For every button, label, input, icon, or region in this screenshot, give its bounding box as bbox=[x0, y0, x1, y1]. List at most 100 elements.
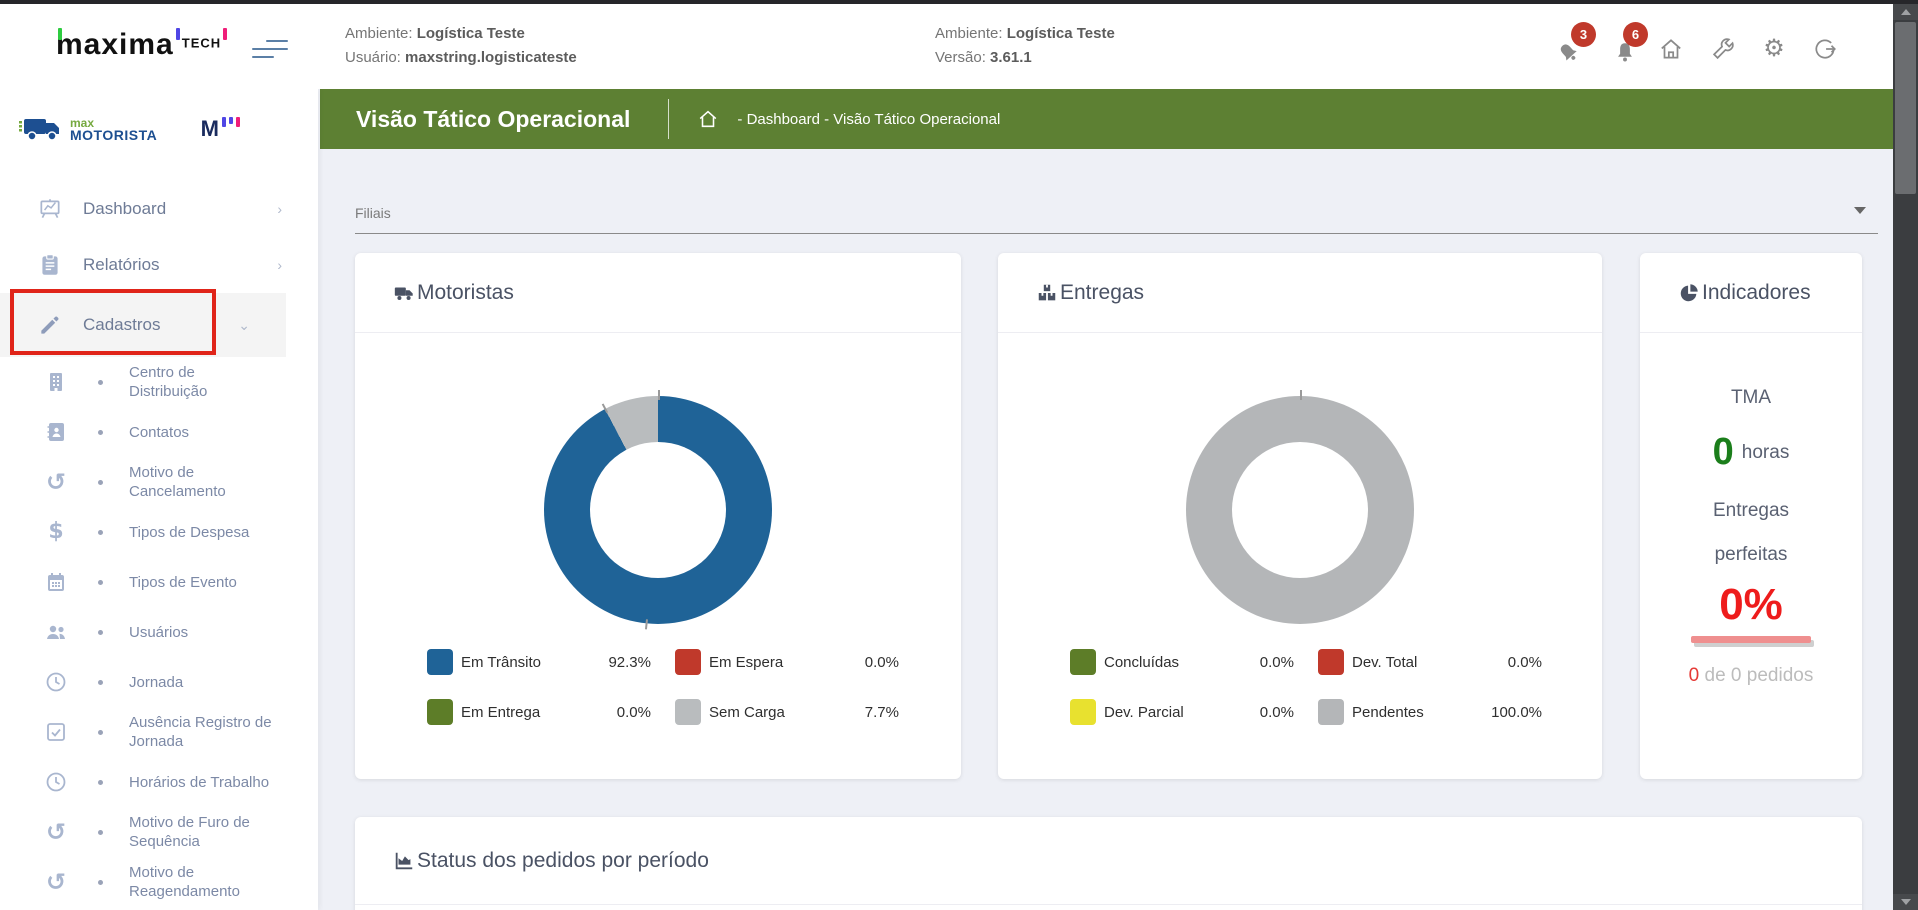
legend-item: Dev. Parcial 0.0% bbox=[1070, 699, 1300, 725]
gear-icon[interactable]: ⚙ bbox=[1761, 36, 1787, 62]
legend-swatch bbox=[675, 699, 701, 725]
ambiente-value: Logística Teste bbox=[1006, 25, 1115, 42]
legend-value: 92.3% bbox=[608, 653, 651, 671]
logout-icon[interactable] bbox=[1812, 36, 1838, 62]
bullet-icon bbox=[98, 679, 103, 685]
filiais-label: Filiais bbox=[355, 205, 391, 221]
legend-label: Em Entrega bbox=[461, 703, 541, 721]
bullet-icon bbox=[98, 779, 103, 785]
m-tick-blue2-icon bbox=[229, 117, 233, 124]
sidebar-subitem-contatos[interactable]: Contatos bbox=[0, 407, 318, 457]
m-mark-logo: M bbox=[201, 116, 240, 142]
indicadores-card-title: Indicadores bbox=[1702, 280, 1811, 304]
bullet-icon bbox=[98, 629, 103, 635]
indicadores-card-header: Indicadores bbox=[1640, 253, 1862, 333]
window-top-strip bbox=[0, 0, 1918, 4]
motoristas-legend: Em Trânsito 92.3% Em Espera 0.0% Em Entr… bbox=[427, 649, 905, 725]
legend-swatch bbox=[1070, 649, 1096, 675]
versao-label: Versão: bbox=[935, 49, 986, 66]
entregas-legend: Concluídas 0.0% Dev. Total 0.0% Dev. Par… bbox=[1070, 649, 1548, 725]
sidebar-subitem-centro-distribuicao[interactable]: Centro de Distribuição bbox=[0, 357, 318, 407]
entregas-donut-chart[interactable] bbox=[1186, 390, 1414, 624]
address-book-icon bbox=[44, 420, 68, 444]
sidebar-subitem-label: Motivo de Reagendamento bbox=[129, 864, 240, 900]
dashboard-chart-icon bbox=[37, 196, 63, 222]
truck-icon bbox=[393, 282, 415, 304]
legend-item: Dev. Total 0.0% bbox=[1318, 649, 1548, 675]
undo-icon: ↺ bbox=[45, 868, 67, 896]
sidebar-subitem-motivo-cancelamento[interactable]: ↺ Motivo de Cancelamento bbox=[0, 457, 318, 507]
sidebar-subitem-tipos-evento[interactable]: Tipos de Evento bbox=[0, 557, 318, 607]
legend-label: Em Espera bbox=[709, 653, 784, 671]
sidebar-item-cadastros[interactable]: Cadastros ⌄ bbox=[0, 293, 286, 357]
motoristas-donut-chart[interactable] bbox=[544, 390, 772, 630]
legend-item: Em Trânsito 92.3% bbox=[427, 649, 657, 675]
sidebar: max MOTORISTA M Dashboard › Relatórios › bbox=[0, 89, 318, 910]
sidebar-subitem-tipos-despesa[interactable]: $ Tipos de Despesa bbox=[0, 507, 318, 557]
sidebar-subitem-motivo-reagendamento[interactable]: ↺ Motivo de Reagendamento bbox=[0, 857, 318, 907]
legend-item: Concluídas 0.0% bbox=[1070, 649, 1300, 675]
bullet-icon bbox=[98, 829, 103, 835]
legend-value: 0.0% bbox=[864, 653, 899, 671]
percent-underline-bar bbox=[1691, 636, 1811, 643]
bullet-icon bbox=[98, 479, 103, 485]
bullet-icon bbox=[98, 879, 103, 885]
entregas-perfeitas-line1: Entregas bbox=[1712, 500, 1790, 521]
main-content: Filiais Motoristas Em Trânsito 92.3% Em … bbox=[320, 149, 1893, 910]
sidebar-subitem-motivo-furo[interactable]: ↺ Motivo de Furo de Sequência bbox=[0, 807, 318, 857]
megaphone-badge: 3 bbox=[1571, 22, 1596, 47]
legend-label: Dev. Parcial bbox=[1104, 703, 1184, 721]
filiais-select[interactable]: Filiais bbox=[355, 189, 1878, 234]
m-mark-letter: M bbox=[200, 116, 219, 141]
status-card-title: Status dos pedidos por período bbox=[417, 848, 709, 872]
clipboard-icon bbox=[37, 252, 63, 278]
title-divider bbox=[668, 99, 670, 139]
legend-value: 7.7% bbox=[864, 703, 899, 721]
orders-value: 0 bbox=[1688, 665, 1700, 686]
sidebar-item-relatorios[interactable]: Relatórios › bbox=[0, 237, 318, 293]
sidebar-subitem-ausencia-registro[interactable]: Ausência Registro de Jornada bbox=[0, 707, 318, 757]
dollar-icon: $ bbox=[48, 519, 64, 544]
legend-value: 0.0% bbox=[616, 703, 651, 721]
legend-value: 0.0% bbox=[1259, 653, 1294, 671]
sidebar-subitem-horarios-trabalho[interactable]: Horários de Trabalho bbox=[0, 757, 318, 807]
tma-label: TMA bbox=[1730, 387, 1772, 408]
scrollbar-down-arrow[interactable] bbox=[1893, 894, 1918, 910]
breadcrumb-home-icon[interactable] bbox=[697, 108, 719, 130]
sidebar-subitem-label: Contatos bbox=[129, 423, 190, 441]
sidebar-subitem-label: Horários de Trabalho bbox=[129, 773, 270, 791]
vertical-scrollbar[interactable] bbox=[1893, 4, 1918, 910]
sidebar-item-dashboard[interactable]: Dashboard › bbox=[0, 181, 318, 237]
usuario-label: Usuário: bbox=[345, 49, 401, 66]
environment-user-info: Ambiente: Logística Teste Usuário: maxst… bbox=[345, 22, 577, 70]
users-icon bbox=[44, 620, 68, 644]
sidebar-toggle-button[interactable] bbox=[252, 40, 290, 60]
scroll-down-icon bbox=[1900, 899, 1911, 905]
sidebar-subitem-jornada[interactable]: Jornada bbox=[0, 657, 318, 707]
entregas-card-header: Entregas bbox=[998, 253, 1602, 333]
tma-unit: horas bbox=[1741, 441, 1790, 463]
breadcrumb: - Dashboard - Visão Tático Operacional bbox=[737, 110, 1001, 128]
scrollbar-thumb[interactable] bbox=[1895, 22, 1916, 194]
sidebar-subitem-label: Usuários bbox=[129, 623, 189, 641]
sidebar-item-label: Cadastros bbox=[83, 315, 161, 334]
chevron-right-icon: › bbox=[277, 257, 282, 273]
sidebar-item-label: Relatórios bbox=[83, 255, 160, 274]
legend-value: 0.0% bbox=[1259, 703, 1294, 721]
legend-item: Em Espera 0.0% bbox=[675, 649, 905, 675]
tma-value-row: 0 horas bbox=[1713, 431, 1790, 474]
legend-swatch bbox=[1318, 649, 1344, 675]
legend-item: Em Entrega 0.0% bbox=[427, 699, 657, 725]
entregas-card: Entregas Concluídas 0.0% Dev. Total 0.0%… bbox=[998, 253, 1602, 779]
legend-item: Pendentes 100.0% bbox=[1318, 699, 1548, 725]
tma-value: 0 bbox=[1712, 431, 1734, 473]
home-icon[interactable] bbox=[1658, 36, 1684, 62]
sidebar-subitem-usuarios[interactable]: Usuários bbox=[0, 607, 318, 657]
legend-swatch bbox=[1318, 699, 1344, 725]
legend-item: Sem Carga 7.7% bbox=[675, 699, 905, 725]
bullet-icon bbox=[98, 729, 103, 735]
scrollbar-up-arrow[interactable] bbox=[1893, 4, 1918, 20]
m-tick-blue-icon bbox=[222, 117, 226, 127]
wrench-icon[interactable] bbox=[1710, 36, 1736, 62]
environment-version-info: Ambiente: Logística Teste Versão: 3.61.1 bbox=[935, 22, 1115, 70]
